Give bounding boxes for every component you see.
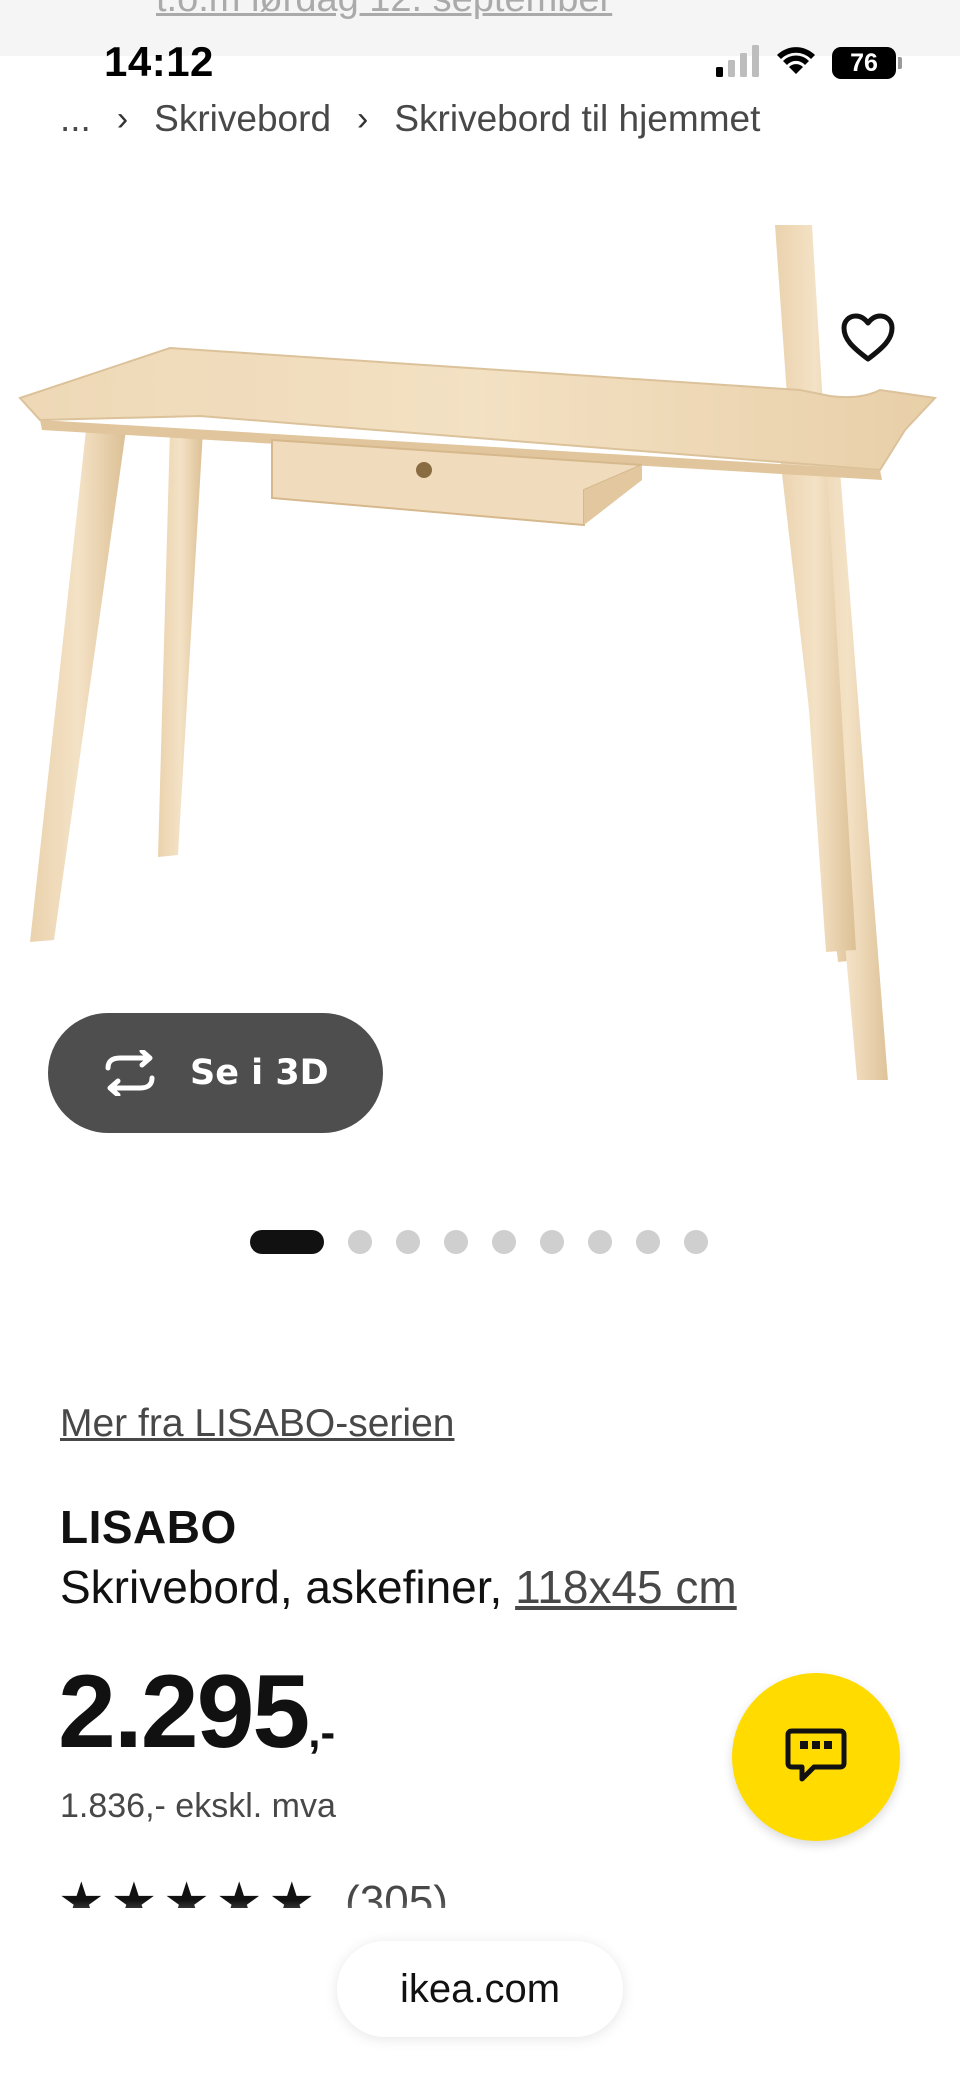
desk-image [18,225,938,1080]
product-size-link[interactable]: 118x45 cm [515,1561,737,1613]
url-text[interactable]: ikea.com [400,1967,560,2012]
carousel-dot[interactable] [492,1230,516,1254]
chevron-right-icon: › [357,99,369,138]
carousel-dot[interactable] [540,1230,564,1254]
product-name: LISABO [60,1501,237,1553]
carousel-dot[interactable] [444,1230,468,1254]
chat-button[interactable] [732,1673,900,1841]
carousel-dot[interactable] [588,1230,612,1254]
product-price: 2.295,- [58,1660,335,1764]
price-ex-vat: 1.836,- ekskl. mva [60,1787,336,1825]
battery-level: 76 [850,48,878,77]
status-icons: 76 [716,44,902,82]
chat-icon [784,1725,848,1790]
heart-icon[interactable] [840,312,896,369]
price-suffix: ,- [308,1708,336,1757]
battery-icon: 76 [832,47,902,79]
breadcrumb: ... › Skrivebord › Skrivebord til hjemme… [60,98,760,140]
product-description: Skrivebord, askefiner, 118x45 cm [60,1560,737,1614]
carousel-dot-active[interactable] [250,1230,324,1254]
carousel-dot[interactable] [684,1230,708,1254]
breadcrumb-ellipsis[interactable]: ... [60,98,91,140]
breadcrumb-skrivebord-til-hjemmet[interactable]: Skrivebord til hjemmet [394,98,760,140]
series-link[interactable]: Mer fra LISABO-serien [60,1402,454,1446]
address-bar[interactable]: ikea.com [337,1941,623,2037]
status-time: 14:12 [104,38,214,85]
favorite-button[interactable] [836,308,900,372]
promo-banner-text[interactable]: t.o.m lørdag 12. september [156,0,612,21]
view-3d-label: Se i 3D [190,1053,329,1093]
carousel-dot[interactable] [396,1230,420,1254]
view-3d-button[interactable]: Se i 3D [48,1013,383,1133]
carousel-dot[interactable] [636,1230,660,1254]
breadcrumb-skrivebord[interactable]: Skrivebord [154,98,331,140]
wifi-icon [776,46,816,81]
price-value: 2.295 [58,1654,310,1770]
rotate-3d-icon [98,1049,162,1097]
carousel-dot[interactable] [348,1230,372,1254]
product-type: Skrivebord, askefiner, [60,1561,503,1613]
image-carousel-indicator [250,1230,732,1254]
chevron-right-icon: › [116,99,129,138]
cellular-signal-icon [716,44,760,82]
product-page: t.o.m lørdag 12. september 14:12 76 ... [0,0,960,2079]
